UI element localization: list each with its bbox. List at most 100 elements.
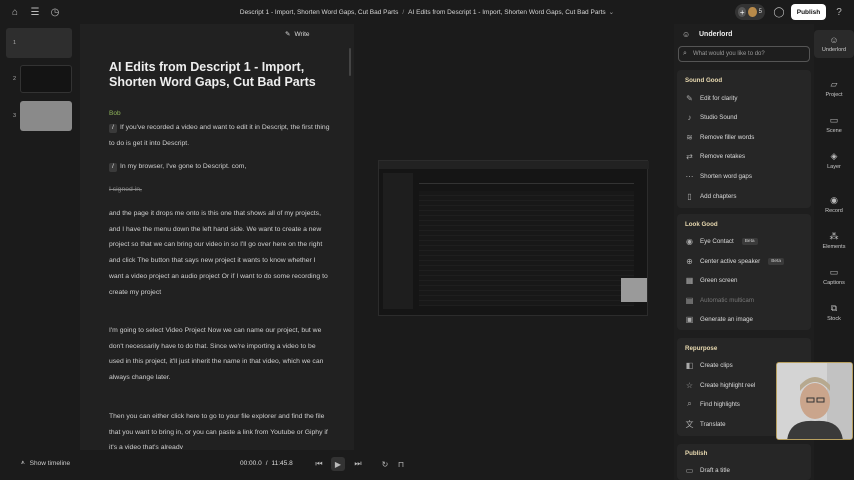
show-timeline-button[interactable]: ⩚ Show timeline <box>21 459 70 467</box>
publish-button[interactable]: Publish <box>791 4 826 20</box>
rail-record[interactable]: ◉ Record <box>814 190 854 218</box>
item-label: Draft a title <box>700 466 730 474</box>
home-icon[interactable]: ⌂ <box>8 5 22 19</box>
item-label: Create clips <box>700 361 733 369</box>
time-separator: / <box>265 460 268 467</box>
create-highlight-reel-button[interactable]: ☆ Create highlight reel <box>685 378 755 392</box>
skip-forward-icon[interactable]: ⏭ <box>351 457 365 471</box>
underlord-icon: ☺ <box>829 35 839 45</box>
write-button[interactable]: ✎ Write <box>285 30 310 39</box>
menu-icon[interactable]: ☰ <box>28 5 42 19</box>
elements-icon: ⁂ <box>829 230 839 241</box>
breadcrumb-project[interactable]: Descript 1 - Import, Shorten Word Gaps, … <box>240 9 398 16</box>
item-label: Create highlight reel <box>700 381 756 389</box>
add-chapters-button[interactable]: ▯ Add chapters <box>685 189 736 203</box>
webcam-overlay[interactable] <box>776 362 853 440</box>
breadcrumb-composition[interactable]: AI Edits from Descript 1 - Import, Short… <box>408 9 605 16</box>
history-icon[interactable]: ◷ <box>48 5 62 19</box>
collaborators[interactable]: + 5 <box>735 4 765 20</box>
captions-icon: ▭ <box>829 266 839 277</box>
slash-icon: / <box>109 163 117 172</box>
bookmark-icon: ▯ <box>687 191 692 201</box>
help-icon[interactable]: ? <box>832 5 846 19</box>
page-title[interactable]: AI Edits from Descript 1 - Import, Short… <box>109 60 339 90</box>
rail-layer[interactable]: ◈ Layer <box>814 146 854 174</box>
green-screen-button[interactable]: ▦ Green screen <box>685 273 738 287</box>
total-time: 11:45.8 <box>271 460 293 467</box>
search-input[interactable]: ⌕ What would you like to do? <box>678 46 810 62</box>
item-label: Remove retakes <box>700 152 746 160</box>
section-title: Repurpose <box>685 345 718 352</box>
rail-scene[interactable]: ▭ Scene <box>814 110 854 138</box>
frame-list <box>419 191 634 306</box>
scene-icon: ▭ <box>829 114 839 125</box>
edit-for-clarity-button[interactable]: ✎ Edit for clarity <box>685 91 737 105</box>
transcript-paragraph[interactable]: and the page it drops me onto is this on… <box>109 206 331 300</box>
search-icon: ⌕ <box>687 399 692 408</box>
item-label: Eye Contact <box>700 237 734 245</box>
rail-underlord[interactable]: ☺ Underlord <box>814 30 854 58</box>
pencil-icon: ✎ <box>285 31 291 38</box>
mic-icon: ♪ <box>687 112 692 122</box>
rail-project[interactable]: ▱ Project <box>814 74 854 102</box>
comment-icon[interactable]: ◯ <box>772 5 786 19</box>
filler-icon: ≋ <box>686 132 693 142</box>
add-collaborator-icon[interactable]: + <box>738 7 747 17</box>
remove-retakes-button[interactable]: ⇄ Remove retakes <box>685 149 745 163</box>
scene-thumbnail[interactable] <box>20 101 72 131</box>
folder-icon: ▱ <box>830 78 838 89</box>
play-icon[interactable]: ▶ <box>331 457 345 471</box>
rail-label: Project <box>825 91 843 98</box>
translate-icon: 文 <box>685 419 694 429</box>
studio-sound-button[interactable]: ♪ Studio Sound <box>685 110 738 124</box>
eye-contact-button[interactable]: ◉ Eye Contact Beta <box>685 234 758 248</box>
center-icon: ⊕ <box>686 256 693 266</box>
video-frame[interactable] <box>378 160 649 316</box>
paragraph-text[interactable]: If you've recorded a video and want to e… <box>109 124 329 147</box>
scene-number: 1 <box>13 40 17 46</box>
rail-label: Captions <box>823 279 845 286</box>
item-label: Green screen <box>700 276 738 284</box>
create-clips-button[interactable]: ◧ Create clips <box>685 358 733 372</box>
stock-icon: ⧉ <box>830 302 838 313</box>
clip-icon: ◧ <box>685 360 694 370</box>
rail-elements[interactable]: ⁂ Elements <box>814 226 854 254</box>
scene-thumbnail[interactable] <box>20 65 72 93</box>
find-highlights-button[interactable]: ⌕ Find highlights <box>685 397 740 411</box>
paragraph-text[interactable]: In my browser, I've gone to Descript. co… <box>120 163 246 170</box>
shorten-word-gaps-button[interactable]: ⋯ Shorten word gaps <box>685 169 752 183</box>
green-screen-icon: ▦ <box>685 275 694 285</box>
transcript-paragraph[interactable]: / In my browser, I've gone to Descript. c… <box>109 159 331 175</box>
transcript-paragraph-deleted[interactable]: I signed in, <box>109 182 331 198</box>
center-active-speaker-button[interactable]: ⊕ Center active speaker Beta <box>685 254 785 268</box>
breadcrumb[interactable]: Descript 1 - Import, Shorten Word Gaps, … <box>200 0 654 24</box>
transcript-paragraph[interactable]: Then you can either click here to go to … <box>109 409 331 449</box>
rail-captions[interactable]: ▭ Captions <box>814 262 854 290</box>
chevron-down-icon[interactable]: ⌄ <box>609 8 614 16</box>
title-icon: ▭ <box>685 465 694 475</box>
speaker-label[interactable]: Bob <box>109 110 121 117</box>
transcript-paragraph[interactable]: / If you've recorded a video and want to … <box>109 120 331 151</box>
panel-title: Underlord <box>699 31 733 38</box>
star-icon: ☆ <box>685 380 694 390</box>
rail-stock[interactable]: ⧉ Stock <box>814 298 854 326</box>
loop-icon[interactable]: ↻ <box>378 457 392 471</box>
beta-badge: Beta <box>741 237 758 245</box>
rail-label: Layer <box>827 163 841 170</box>
remove-filler-words-button[interactable]: ≋ Remove filler words <box>685 130 754 144</box>
editor-scrollbar[interactable] <box>349 48 351 76</box>
frame-sidebar <box>383 173 413 309</box>
automatic-multicam-button[interactable]: ▤ Automatic multicam <box>685 293 754 307</box>
draft-title-button[interactable]: ▭ Draft a title <box>685 463 730 477</box>
skip-back-icon[interactable]: ⏮ <box>312 457 326 471</box>
presenter-image <box>777 363 852 439</box>
show-timeline-label: Show timeline <box>29 459 71 467</box>
item-label: Translate <box>700 420 726 428</box>
layers-icon: ◈ <box>830 150 838 161</box>
bookmark-icon[interactable]: ⊓ <box>394 457 408 471</box>
gap-icon: ⋯ <box>685 171 694 181</box>
generate-image-button[interactable]: ▣ Generate an image <box>685 312 753 326</box>
transcript-paragraph[interactable]: I'm going to select Video Project Now we… <box>109 323 331 386</box>
current-time: 00:00.0 <box>240 460 262 467</box>
translate-button[interactable]: 文 Translate <box>685 417 726 431</box>
